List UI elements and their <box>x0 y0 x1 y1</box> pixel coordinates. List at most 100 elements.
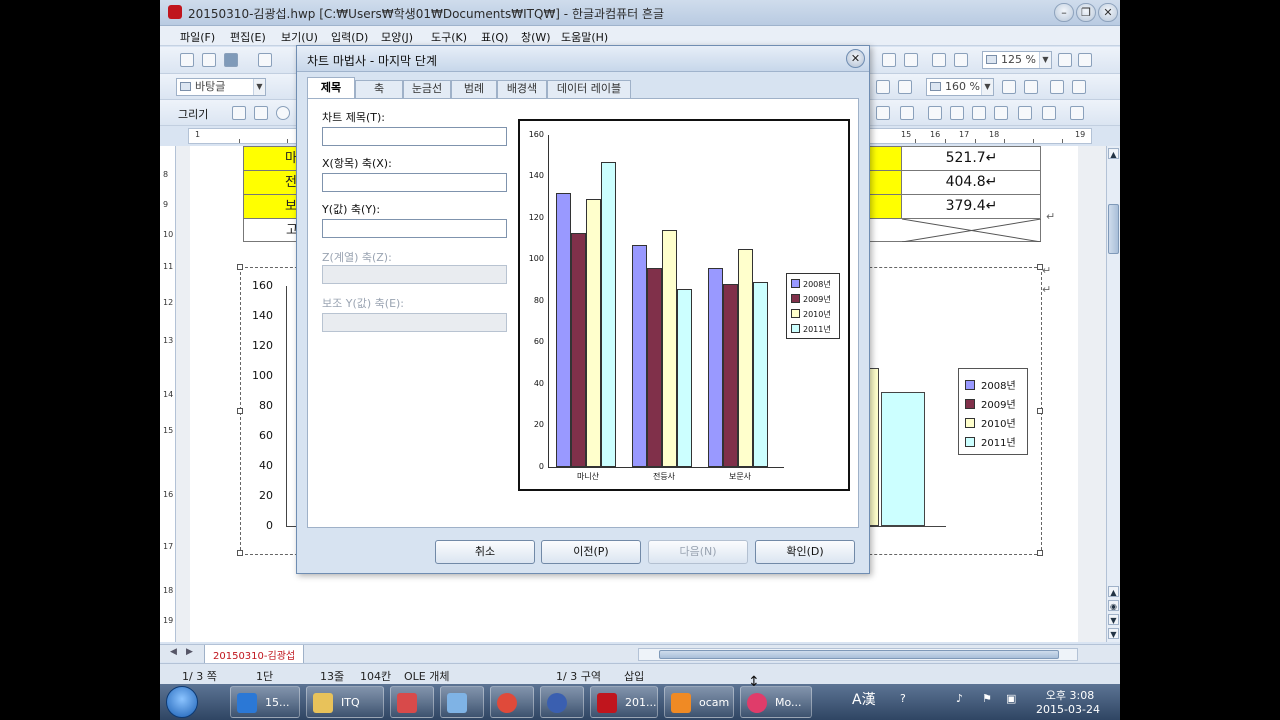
pen-icon[interactable] <box>1070 106 1084 120</box>
horizontal-scrollbar[interactable] <box>638 648 1078 661</box>
tab-data-labels[interactable]: 데이터 레이블 <box>547 80 631 98</box>
template-icon[interactable] <box>202 53 216 67</box>
taskbar-item-ie[interactable]: 15... <box>230 686 300 718</box>
vertical-scroll-thumb[interactable] <box>1108 204 1119 254</box>
drawing-label[interactable]: 그리기 <box>178 106 208 122</box>
y-axis-input[interactable] <box>322 219 507 238</box>
fill-icon[interactable] <box>994 106 1008 120</box>
clock-date[interactable]: 2015-03-24 <box>1032 703 1104 716</box>
table-cell-label[interactable]: 고 <box>244 219 304 242</box>
align-right-icon[interactable] <box>898 80 912 94</box>
table-cell-label[interactable]: 전 <box>244 171 304 194</box>
lock-icon[interactable] <box>1018 106 1032 120</box>
status-page[interactable]: 1/ 3 쪽 <box>182 668 217 684</box>
outdent-icon[interactable] <box>1024 80 1038 94</box>
tab-background[interactable]: 배경색 <box>497 80 547 98</box>
menu-edit[interactable]: 편집(E) <box>230 29 266 45</box>
table-cell-value[interactable]: 404.8↵ <box>902 171 1041 194</box>
object-props-icon[interactable] <box>876 106 890 120</box>
volume-icon[interactable]: ♪ <box>956 692 963 705</box>
table-cell-value[interactable]: 379.4↵ <box>902 195 1041 218</box>
open-folder-icon[interactable] <box>224 53 238 67</box>
menu-format[interactable]: 모양(J) <box>381 29 413 45</box>
menu-tools[interactable]: 도구(K) <box>431 29 467 45</box>
menu-view[interactable]: 보기(U) <box>281 29 318 45</box>
help-icon[interactable]: ? <box>900 692 906 705</box>
minimize-button[interactable]: – <box>1054 3 1074 22</box>
taskbar-item-hwp[interactable]: 201... <box>590 686 658 718</box>
horizontal-scroll-thumb[interactable] <box>659 650 1059 659</box>
chart-title-input[interactable] <box>322 127 507 146</box>
taskbar-item-chrome[interactable] <box>490 686 534 718</box>
cancel-button[interactable]: 취소 <box>435 540 535 564</box>
line-tool-icon[interactable] <box>232 106 246 120</box>
numbered-list-icon[interactable] <box>1072 80 1086 94</box>
taskbar-item-movie[interactable]: Mo... <box>740 686 812 718</box>
scroll-up-icon[interactable]: ▲ <box>1108 148 1119 159</box>
prev-page-icon[interactable]: ▲ <box>1108 586 1119 597</box>
monitor-icon[interactable] <box>932 53 946 67</box>
menu-help[interactable]: 도움말(H) <box>561 29 608 45</box>
start-button[interactable] <box>166 686 198 718</box>
ellipse-tool-icon[interactable] <box>276 106 290 120</box>
table-cell-label[interactable]: 마 <box>244 147 304 170</box>
resize-handle[interactable] <box>237 550 243 556</box>
dialog-title-bar[interactable]: 차트 마법사 - 마지막 단계 ✕ <box>297 46 869 72</box>
tab-axis[interactable]: 축 <box>355 80 403 98</box>
ok-button[interactable]: 확인(D) <box>755 540 855 564</box>
title-bar[interactable]: 20150310-김광섭.hwp [C:₩Users₩학생01₩Document… <box>160 0 1120 26</box>
page-view-icon[interactable] <box>882 53 896 67</box>
table-cell-label[interactable]: 보 <box>244 195 304 218</box>
zoom-select[interactable]: 125 % ▼ <box>982 51 1052 69</box>
line-spacing-select[interactable]: 160 % ▼ <box>926 78 994 96</box>
network-icon[interactable]: ▣ <box>1006 692 1016 705</box>
tab-scroll-left-icon[interactable]: ◀ <box>170 647 177 657</box>
print-preview-icon[interactable] <box>954 53 968 67</box>
vertical-scrollbar[interactable]: ▲ ▲ ◉ ▼ ▼ <box>1106 146 1120 642</box>
arrange-icon[interactable] <box>1042 106 1056 120</box>
hwp-app-icon[interactable] <box>168 5 182 19</box>
copy-icon[interactable] <box>904 53 918 67</box>
action-center-flag-icon[interactable]: ⚑ <box>982 692 992 705</box>
chevron-down-icon[interactable]: ▼ <box>253 79 265 95</box>
menu-insert[interactable]: 입력(D) <box>331 29 368 45</box>
resize-handle[interactable] <box>1037 408 1043 414</box>
resize-handle[interactable] <box>1037 550 1043 556</box>
scroll-down-icon[interactable]: ▼ <box>1108 628 1119 639</box>
menu-table[interactable]: 표(Q) <box>481 29 508 45</box>
menu-file[interactable]: 파일(F) <box>180 29 215 45</box>
zoom-in-icon[interactable] <box>1058 53 1072 67</box>
rectangle-tool-icon[interactable] <box>254 106 268 120</box>
dialog-close-button[interactable]: ✕ <box>846 49 865 68</box>
resize-handle[interactable] <box>237 408 243 414</box>
indent-icon[interactable] <box>1002 80 1016 94</box>
next-page-icon[interactable]: ▼ <box>1108 614 1119 625</box>
status-mode[interactable]: 삽입 <box>624 668 644 684</box>
zoom-out-icon[interactable] <box>1078 53 1092 67</box>
window-close-button[interactable]: ✕ <box>1098 3 1118 22</box>
style-select[interactable]: 바탕글 ▼ <box>176 78 266 96</box>
taskbar-item-notepad[interactable] <box>440 686 484 718</box>
document-tab[interactable]: 20150310-김광섭 <box>204 645 305 665</box>
menu-window[interactable]: 창(W) <box>521 29 551 45</box>
group-icon[interactable] <box>900 106 914 120</box>
prev-button[interactable]: 이전(P) <box>541 540 641 564</box>
restore-button[interactable]: ❐ <box>1076 3 1096 22</box>
page-select-icon[interactable]: ◉ <box>1108 600 1119 611</box>
vertical-ruler[interactable]: 8 9 10 11 12 13 14 15 16 17 18 19 <box>160 146 176 642</box>
taskbar-item-paint[interactable] <box>390 686 434 718</box>
taskbar-item-app-s[interactable] <box>540 686 584 718</box>
ime-indicator[interactable]: A漢 <box>852 689 876 709</box>
taskbar-item-folder[interactable]: ITQ <box>306 686 384 718</box>
resize-handle[interactable] <box>237 264 243 270</box>
tab-scroll-right-icon[interactable]: ▶ <box>186 647 193 657</box>
taskbar-item-ocam[interactable]: ocam <box>664 686 734 718</box>
tab-legend[interactable]: 범례 <box>451 80 497 98</box>
chevron-down-icon[interactable]: ▼ <box>1039 52 1051 68</box>
chevron-down-icon[interactable]: ▼ <box>981 79 993 95</box>
tab-title[interactable]: 제목 <box>307 77 355 99</box>
flip-icon[interactable] <box>950 106 964 120</box>
rotate-icon[interactable] <box>928 106 942 120</box>
triangle-icon[interactable] <box>972 106 986 120</box>
new-document-icon[interactable] <box>180 53 194 67</box>
